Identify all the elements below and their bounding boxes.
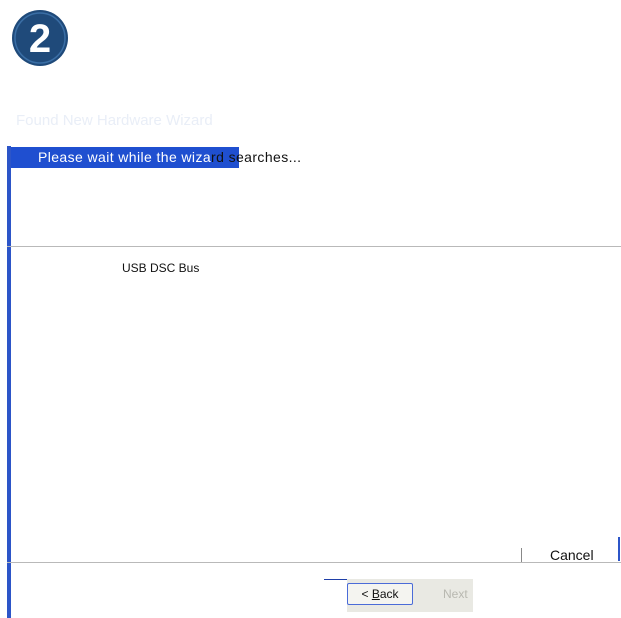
back-button-prefix: <: [361, 587, 372, 601]
next-button[interactable]: Next: [419, 583, 473, 605]
cancel-accent-line: [618, 537, 620, 561]
status-text-rest: rd searches...: [211, 149, 302, 165]
back-button[interactable]: < Back: [347, 583, 413, 605]
header-separator: [7, 246, 621, 247]
footer-separator: [7, 562, 621, 563]
back-button-accesskey: B: [371, 587, 380, 601]
device-name: USB DSC Bus: [122, 261, 200, 275]
wizard-title: Found New Hardware Wizard: [16, 112, 213, 129]
search-status: Please wait while the wizard searches...: [11, 147, 301, 168]
status-text-highlighted: Please wait while the wiza: [38, 149, 212, 165]
navigation-buttons: < Back Next: [347, 579, 473, 612]
dialog-left-border: [7, 146, 11, 618]
back-button-label: ack: [379, 587, 399, 601]
step-number: 2: [29, 17, 51, 61]
cancel-button[interactable]: Cancel: [550, 547, 594, 563]
step-number-badge: 2: [10, 8, 70, 68]
cancel-button-edge: [521, 548, 524, 563]
step-circle-icon: 2: [12, 10, 68, 66]
